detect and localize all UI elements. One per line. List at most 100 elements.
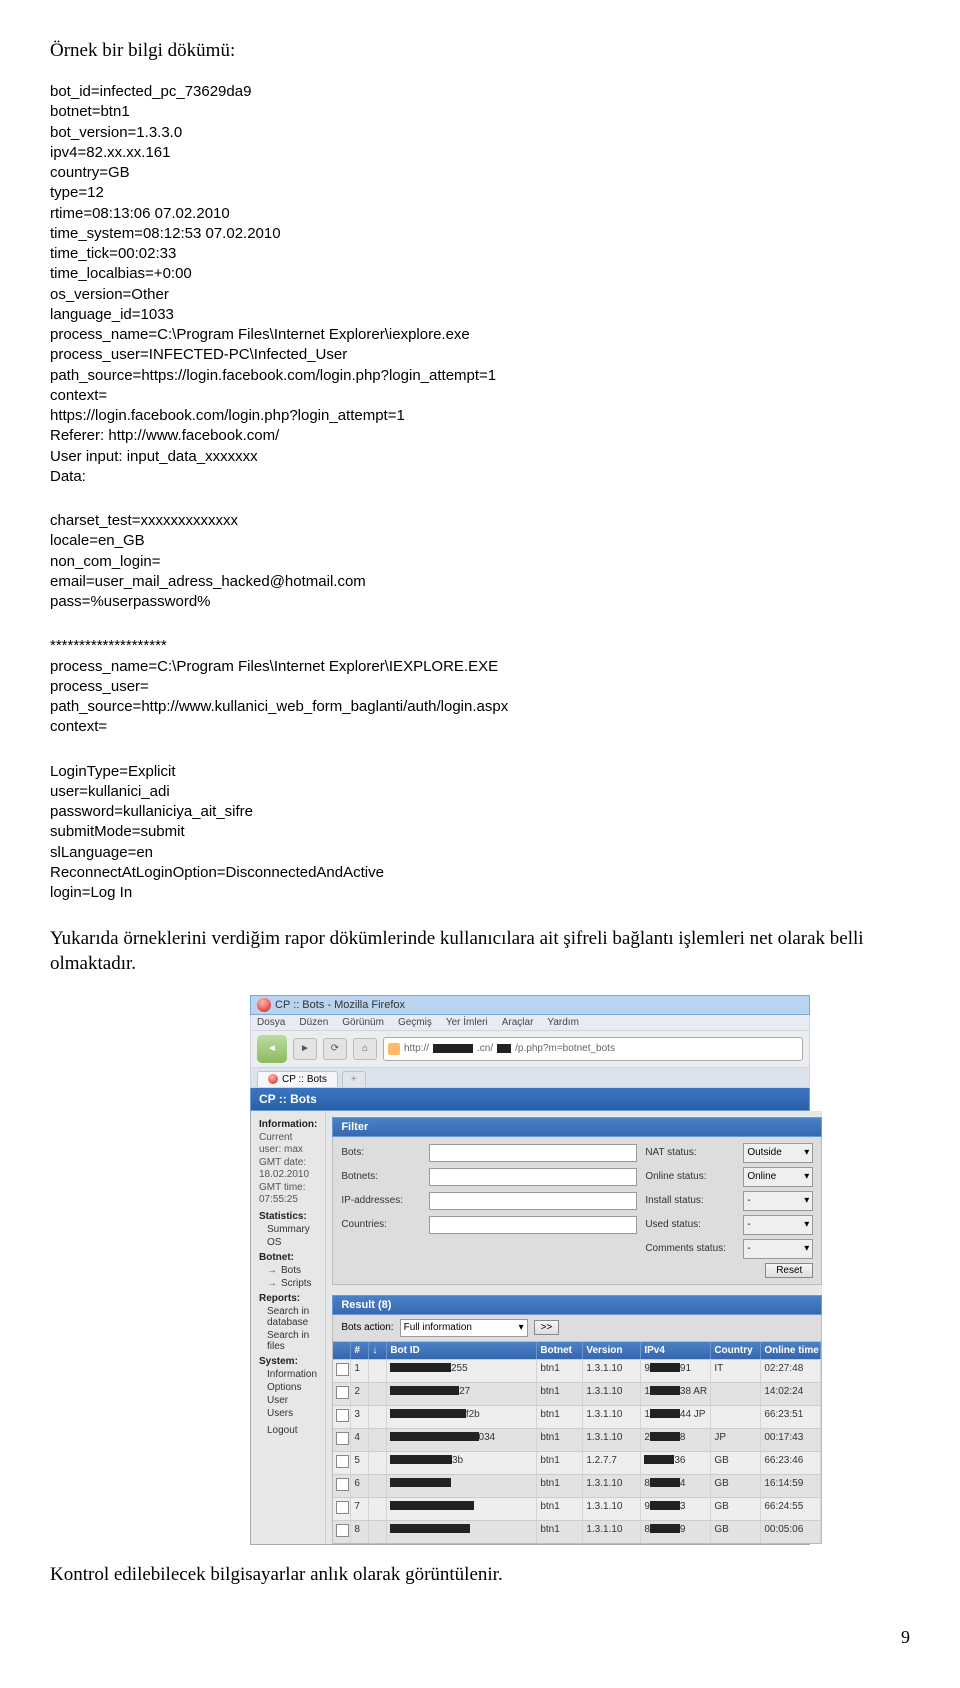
filter-select[interactable]: -▾ [743, 1191, 813, 1211]
sb-info-title: Information: [259, 1119, 317, 1130]
data-block-1: bot_id=infected_pc_73629da9botnet=btn1bo… [50, 82, 910, 487]
filter-label: Used status: [645, 1219, 735, 1230]
row-checkbox[interactable] [336, 1501, 349, 1514]
row-checkbox[interactable] [336, 1409, 349, 1422]
url-path: /p.php?m=botnet_bots [515, 1043, 615, 1054]
bots-table: #↓Bot IDBotnetVersionIPv4CountryOnline t… [332, 1342, 822, 1544]
sidebar: Information: Current user: maxGMT date: … [251, 1111, 326, 1544]
forward-button[interactable]: ► [293, 1038, 317, 1060]
favicon-icon [388, 1043, 400, 1055]
url-host: .cn/ [477, 1043, 493, 1054]
tab-strip: CP :: Bots + [250, 1068, 810, 1088]
menu-item[interactable]: Dosya [257, 1017, 285, 1028]
filter-label: Countries: [341, 1219, 421, 1230]
row-checkbox[interactable] [336, 1478, 349, 1491]
row-checkbox[interactable] [336, 1363, 349, 1376]
table-row[interactable]: 4034btn11.3.1.1028JP00:17:43 [333, 1428, 821, 1451]
table-header-cell[interactable]: Botnet [537, 1342, 583, 1359]
url-redacted [433, 1044, 473, 1053]
filter-select[interactable]: -▾ [743, 1239, 813, 1259]
sidebar-item[interactable]: Options [267, 1382, 317, 1393]
filter-input[interactable] [429, 1144, 637, 1162]
filter-input[interactable] [429, 1216, 637, 1234]
row-checkbox[interactable] [336, 1455, 349, 1468]
table-header-cell[interactable]: ↓ [369, 1342, 387, 1359]
result-header: Result (8) [332, 1295, 822, 1315]
table-row[interactable]: 6btn11.3.1.1084GB16:14:59 [333, 1474, 821, 1497]
menu-bar[interactable]: Dosya Düzen Görünüm Geçmiş Yer İmleri Araçlar… [250, 1015, 810, 1031]
table-header-cell[interactable]: Version [583, 1342, 641, 1359]
sidebar-item[interactable]: Information [267, 1369, 317, 1380]
table-row[interactable]: 1255btn11.3.1.10991IT02:27:48 [333, 1359, 821, 1382]
table-row[interactable]: 227btn11.3.1.10138 AR14:02:24 [333, 1382, 821, 1405]
url-bar[interactable]: http:// .cn/ /p.php?m=botnet_bots [383, 1037, 803, 1061]
table-header-cell[interactable]: Online time [761, 1342, 821, 1359]
reload-button[interactable]: ⟳ [323, 1038, 347, 1060]
sb-botnet-title: Botnet: [259, 1252, 317, 1263]
table-row[interactable]: 8btn11.3.1.1089GB00:05:06 [333, 1520, 821, 1543]
table-header-cell[interactable]: # [351, 1342, 369, 1359]
chevron-down-icon: ▾ [804, 1195, 809, 1206]
sidebar-item[interactable]: OS [267, 1237, 317, 1248]
row-checkbox[interactable] [336, 1432, 349, 1445]
sidebar-item[interactable]: User [267, 1395, 317, 1406]
firefox-icon [257, 998, 271, 1012]
sidebar-item[interactable]: →Scripts [267, 1278, 317, 1289]
sb-system-title: System: [259, 1356, 317, 1367]
table-header-cell[interactable]: IPv4 [641, 1342, 711, 1359]
filter-label: Bots: [341, 1147, 421, 1158]
menu-item[interactable]: Araçlar [502, 1017, 534, 1028]
window-title: CP :: Bots - Mozilla Firefox [275, 999, 405, 1011]
sb-reports-title: Reports: [259, 1293, 317, 1304]
result-action-row: Bots action: Full information▾ >> [332, 1315, 822, 1342]
reset-button[interactable]: Reset [765, 1263, 813, 1278]
tab-label: CP :: Bots [282, 1074, 327, 1085]
sidebar-item[interactable]: Search in files [267, 1330, 317, 1352]
sidebar-item[interactable]: Users [267, 1408, 317, 1419]
table-header-cell[interactable]: Bot ID [387, 1342, 537, 1359]
table-header-cell[interactable]: Country [711, 1342, 761, 1359]
chevron-down-icon: ▾ [804, 1171, 809, 1182]
tab-favicon-icon [268, 1074, 278, 1084]
sidebar-item-logout[interactable]: Logout [267, 1425, 317, 1436]
filter-panel: Bots:NAT status:Outside▾Botnets:Online s… [332, 1137, 822, 1285]
chevron-down-icon: ▾ [804, 1147, 809, 1158]
sidebar-item[interactable]: →Bots [267, 1265, 317, 1276]
toolbar: ◄ ► ⟳ ⌂ http:// .cn/ /p.php?m=botnet_bot… [250, 1031, 810, 1068]
new-tab-button[interactable]: + [342, 1071, 366, 1087]
table-row[interactable]: 53bbtn11.2.7.736GB66:23:46 [333, 1451, 821, 1474]
sidebar-item[interactable]: Search in database [267, 1306, 317, 1328]
action-select-value: Full information [404, 1322, 472, 1333]
row-checkbox[interactable] [336, 1524, 349, 1537]
arrow-icon: → [267, 1278, 277, 1289]
go-button[interactable]: >> [534, 1320, 560, 1335]
main-panel: Filter Bots:NAT status:Outside▾Botnets:O… [326, 1111, 822, 1544]
table-row[interactable]: 7btn11.3.1.1093GB66:24:55 [333, 1497, 821, 1520]
chevron-down-icon: ▾ [804, 1243, 809, 1254]
home-button[interactable]: ⌂ [353, 1038, 377, 1060]
filter-select[interactable]: -▾ [743, 1215, 813, 1235]
table-row[interactable]: 3f2bbtn11.3.1.10144 JP66:23:51 [333, 1405, 821, 1428]
narrative-1: Yukarıda örneklerini verdiğim rapor dökü… [50, 927, 910, 976]
filter-input[interactable] [429, 1168, 637, 1186]
filter-select[interactable]: Outside▾ [743, 1143, 813, 1163]
menu-item[interactable]: Geçmiş [398, 1017, 432, 1028]
menu-item[interactable]: Görünüm [342, 1017, 384, 1028]
table-header-cell[interactable] [333, 1342, 351, 1359]
window-titlebar: CP :: Bots - Mozilla Firefox [250, 995, 810, 1015]
menu-item[interactable]: Düzen [299, 1017, 328, 1028]
menu-item[interactable]: Yer İmleri [446, 1017, 488, 1028]
tab-cp-bots[interactable]: CP :: Bots [257, 1071, 338, 1087]
row-checkbox[interactable] [336, 1386, 349, 1399]
back-button[interactable]: ◄ [257, 1035, 287, 1063]
filter-input[interactable] [429, 1192, 637, 1210]
cp-header: CP :: Bots [250, 1088, 810, 1111]
action-select[interactable]: Full information▾ [400, 1319, 528, 1337]
menu-item[interactable]: Yardım [547, 1017, 579, 1028]
data-block-2: charset_test=xxxxxxxxxxxxxlocale=en_GBno… [50, 511, 910, 612]
page-heading: Örnek bir bilgi dökümü: [50, 40, 910, 62]
sidebar-item[interactable]: Summary [267, 1224, 317, 1235]
filter-label: Comments status: [645, 1243, 735, 1254]
narrative-2: Kontrol edilebilecek bilgisayarlar anlık… [50, 1563, 910, 1588]
filter-select[interactable]: Online▾ [743, 1167, 813, 1187]
